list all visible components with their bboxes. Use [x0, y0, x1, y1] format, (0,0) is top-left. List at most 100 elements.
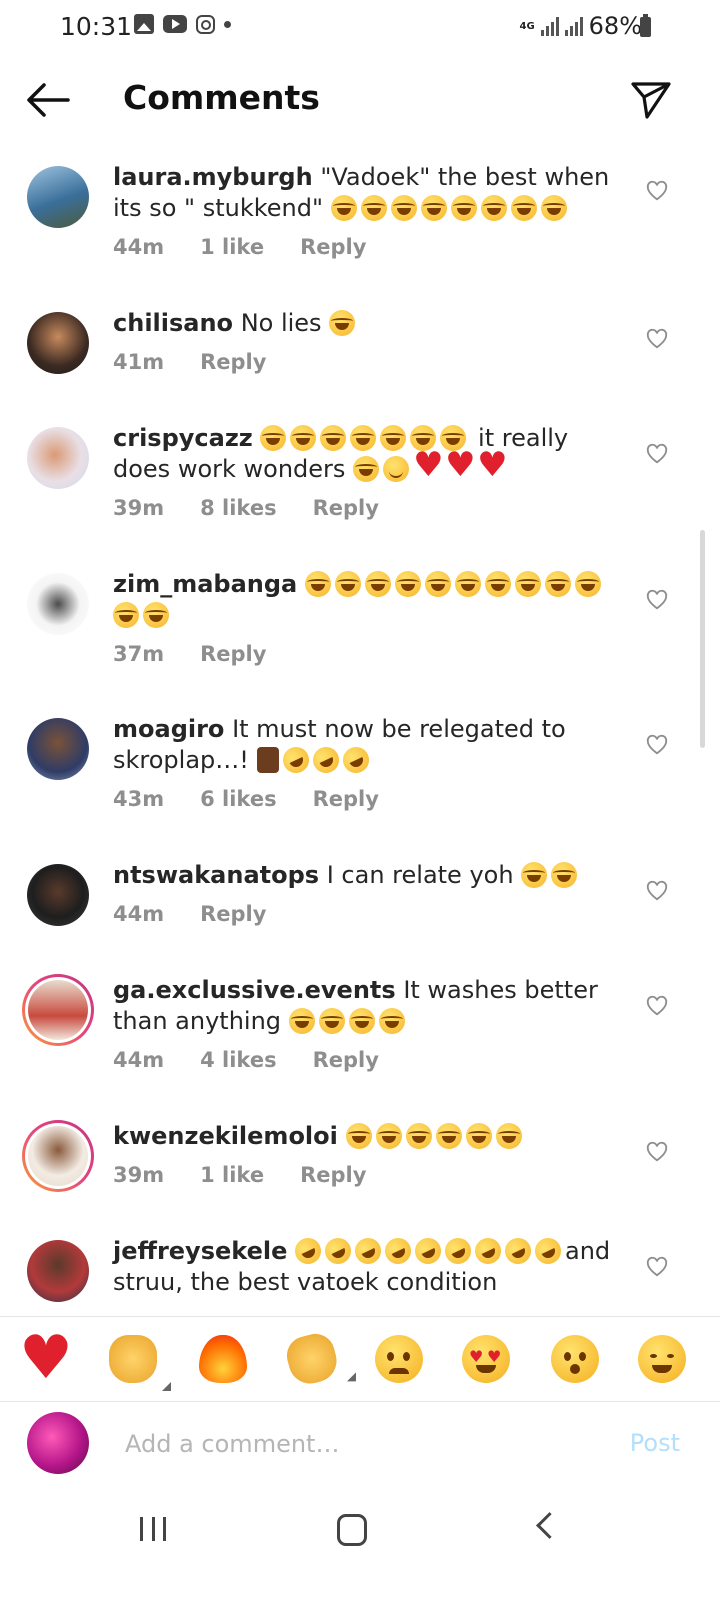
comment-time: 44m: [113, 235, 165, 259]
scrollbar-thumb[interactable]: [700, 530, 705, 748]
reply-button[interactable]: Reply: [313, 1045, 379, 1076]
avatar[interactable]: [27, 718, 89, 780]
avatar[interactable]: [27, 573, 89, 635]
clapping-hands-icon[interactable]: [282, 1329, 356, 1389]
reply-button[interactable]: Reply: [313, 493, 379, 524]
reply-button[interactable]: Reply: [200, 347, 266, 378]
instagram-icon: [196, 14, 215, 34]
notification-icons: [134, 14, 231, 34]
comment-likes[interactable]: 1 like: [200, 232, 264, 263]
comment-time: 39m: [113, 496, 165, 520]
comment-meta: 41m Reply: [113, 347, 623, 378]
status-bar: 10:31 4G 68%: [0, 0, 720, 52]
comment-emojis: [329, 309, 359, 337]
comment-composer: Post: [0, 1401, 720, 1489]
comment-username[interactable]: laura.myburgh: [113, 163, 313, 191]
heart-eyes-face-icon[interactable]: ♥ ♥: [462, 1335, 510, 1383]
like-heart-icon[interactable]: [646, 328, 668, 350]
comment-meta: 44m 4 likes Reply: [113, 1045, 623, 1076]
surprised-face-icon[interactable]: [551, 1335, 599, 1383]
like-heart-icon[interactable]: [646, 180, 668, 202]
like-heart-icon[interactable]: [646, 880, 668, 902]
comment-text: No lies: [240, 309, 322, 337]
comment-meta: 44m Reply: [113, 899, 623, 930]
like-heart-icon[interactable]: [646, 1141, 668, 1163]
avatar[interactable]: [27, 864, 89, 926]
youtube-icon: [163, 15, 187, 33]
comment-input[interactable]: [123, 1423, 597, 1465]
comment-emojis-2: [353, 450, 509, 483]
comment-username[interactable]: crispycazz: [113, 424, 253, 452]
comment-emojis: [290, 1233, 566, 1269]
like-heart-icon[interactable]: [646, 1256, 668, 1278]
like-heart-icon[interactable]: [646, 995, 668, 1017]
comment-time: 43m: [113, 787, 165, 811]
comment-body: laura.myburgh "Vadoek" the best when its…: [113, 162, 623, 263]
post-button[interactable]: Post: [630, 1429, 680, 1457]
crying-face-icon[interactable]: [375, 1335, 423, 1383]
signal-icon: [540, 16, 559, 36]
system-back-icon[interactable]: [536, 1512, 563, 1539]
comment-emojis: [345, 1122, 526, 1150]
comment-body: ntswakanatops I can relate yoh 44m Reply: [113, 860, 623, 930]
avatar[interactable]: [27, 312, 89, 374]
reply-button[interactable]: Reply: [313, 784, 379, 815]
reply-button[interactable]: Reply: [200, 899, 266, 930]
comment-likes[interactable]: 4 likes: [200, 1045, 276, 1076]
comment-likes[interactable]: 1 like: [200, 1160, 264, 1191]
comment-likes[interactable]: 6 likes: [200, 784, 276, 815]
recent-apps-icon[interactable]: [140, 1517, 166, 1541]
like-heart-icon[interactable]: [646, 734, 668, 756]
comment-meta: 39m 1 like Reply: [113, 1160, 623, 1191]
comment-body: moagiro It must now be relegated to skro…: [113, 714, 623, 815]
comment-time: 37m: [113, 642, 165, 666]
quick-reactions-bar: ♥ ♥: [0, 1316, 720, 1402]
avatar-story-ring[interactable]: [22, 1120, 94, 1192]
home-icon[interactable]: [337, 1514, 367, 1546]
comment-emojis: [330, 194, 571, 222]
status-right: 4G 68%: [519, 12, 642, 40]
system-nav-bar: [0, 1490, 720, 1600]
status-time: 10:31: [60, 12, 133, 41]
reply-button[interactable]: Reply: [300, 1160, 366, 1191]
comment-meta: 37m Reply: [113, 639, 623, 670]
comment-body: kwenzekilemoloi 39m 1 like Reply: [113, 1121, 623, 1191]
comment-username[interactable]: ntswakanatops: [113, 861, 319, 889]
like-heart-icon[interactable]: [646, 443, 668, 465]
raising-hands-icon[interactable]: [109, 1335, 171, 1391]
comment-username[interactable]: zim_mabanga: [113, 570, 297, 598]
reply-button[interactable]: Reply: [300, 232, 366, 263]
gallery-icon: [134, 14, 154, 34]
comment-username[interactable]: kwenzekilemoloi: [113, 1122, 338, 1150]
comment-username[interactable]: ga.exclussive.events: [113, 976, 396, 1004]
comment-body: jeffreysekele and struu, the best vatoek…: [113, 1233, 623, 1298]
comment-likes[interactable]: 8 likes: [200, 493, 276, 524]
avatar[interactable]: [27, 427, 89, 489]
red-heart-icon[interactable]: [19, 1323, 73, 1393]
comment-body: chilisano No lies 41m Reply: [113, 308, 623, 378]
like-heart-icon[interactable]: [646, 589, 668, 611]
avatar-story-ring[interactable]: [22, 974, 94, 1046]
comment-emojis: [521, 861, 581, 889]
back-arrow-icon[interactable]: [26, 82, 70, 118]
reply-button[interactable]: Reply: [200, 639, 266, 670]
comments-list[interactable]: laura.myburgh "Vadoek" the best when its…: [0, 150, 720, 1315]
comment-time: 44m: [113, 902, 165, 926]
avatar[interactable]: [27, 1240, 89, 1302]
comment-meta: 43m 6 likes Reply: [113, 784, 623, 815]
fire-icon[interactable]: [199, 1335, 247, 1383]
battery-icon: [640, 14, 651, 37]
comment-text: I can relate yoh: [326, 861, 514, 889]
comment-meta: 39m 8 likes Reply: [113, 493, 623, 524]
comment-meta: 44m 1 like Reply: [113, 232, 623, 263]
comment-username[interactable]: chilisano: [113, 309, 233, 337]
network-type: 4G: [519, 20, 535, 32]
comment-username[interactable]: moagiro: [113, 715, 224, 743]
comment-body: crispycazz it really does work wonders 3…: [113, 423, 623, 524]
tears-of-joy-face-icon[interactable]: [638, 1335, 686, 1383]
avatar[interactable]: [27, 166, 89, 228]
comment-username[interactable]: jeffreysekele: [113, 1237, 287, 1265]
comment-emojis: [256, 742, 373, 778]
send-direct-icon[interactable]: [630, 80, 672, 120]
more-notifications-dot-icon: [224, 20, 231, 28]
